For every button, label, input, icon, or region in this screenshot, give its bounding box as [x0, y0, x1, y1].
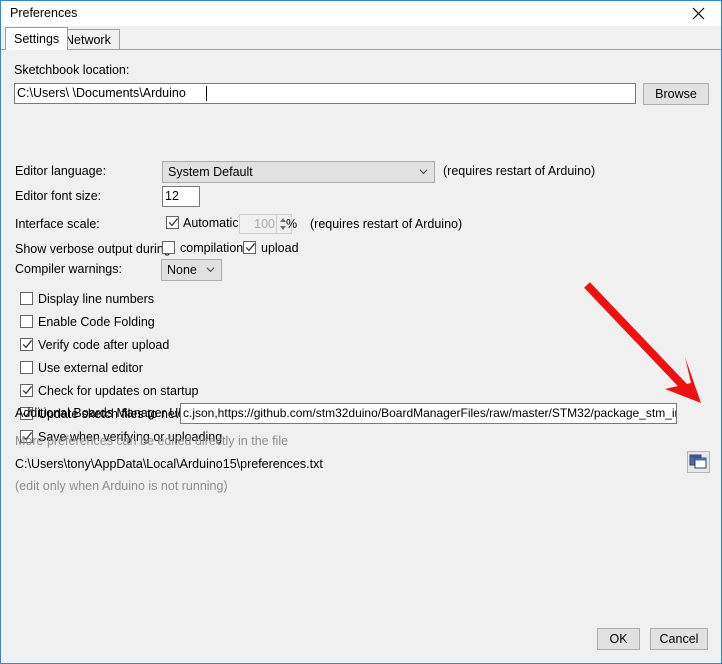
verbose-output-label: Show verbose output during: [15, 242, 175, 256]
compiler-warnings-value: None [167, 263, 197, 277]
verify-code-after-upload-label: Verify code after upload [38, 338, 170, 352]
sketchbook-location-label: Sketchbook location: [14, 63, 130, 77]
tab-settings[interactable]: Settings [5, 27, 69, 50]
open-windows-icon [689, 454, 707, 469]
chevron-down-icon [206, 267, 215, 273]
text-caret [206, 86, 207, 101]
interface-scale-automatic-label: Automatic [183, 216, 239, 230]
ok-button-label: OK [609, 632, 628, 646]
chevron-down-icon [419, 169, 428, 175]
enable-code-folding-checkbox[interactable] [20, 315, 33, 328]
editor-language-restart-note: (requires restart of Arduino) [443, 164, 596, 178]
verify-code-after-upload-checkbox[interactable] [20, 338, 33, 351]
browse-button[interactable]: Browse [643, 83, 709, 105]
editor-language-select[interactable]: System Default [162, 161, 435, 183]
enable-code-folding-label: Enable Code Folding [38, 315, 155, 329]
browse-button-label: Browse [655, 87, 697, 101]
use-external-editor-checkbox[interactable] [20, 361, 33, 374]
tab-settings-label: Settings [14, 32, 60, 46]
checkmark-icon [22, 339, 33, 349]
editor-font-size-label: Editor font size: [15, 189, 102, 203]
cancel-button[interactable]: Cancel [650, 628, 708, 650]
preferences-window: Preferences Settings Network Sketchbook … [0, 0, 722, 664]
check-for-updates-checkbox[interactable] [20, 384, 33, 397]
boards-manager-urls-label: Additional Boards Manager URLs: [15, 406, 204, 420]
close-button[interactable] [676, 1, 721, 26]
checkmark-icon [245, 242, 256, 252]
preferences-file-path: C:\Users\tony\AppData\Local\Arduino15\pr… [15, 457, 323, 471]
edit-only-note: (edit only when Arduino is not running) [15, 479, 228, 493]
verbose-upload-checkbox[interactable] [243, 241, 256, 254]
display-line-numbers-checkbox[interactable] [20, 292, 33, 305]
boards-manager-urls-input[interactable]: c.json,https://github.com/stm32duino/Boa… [180, 403, 677, 424]
editor-language-value: System Default [168, 165, 253, 179]
settings-panel: Sketchbook location: C:\Users\ \Document… [2, 50, 720, 663]
verbose-compilation-checkbox[interactable] [162, 241, 175, 254]
use-external-editor-label: Use external editor [38, 361, 143, 375]
close-icon [692, 7, 705, 20]
verbose-compilation-label: compilation [180, 241, 244, 255]
boards-manager-urls-expand-button[interactable] [687, 451, 710, 473]
verbose-upload-label: upload [261, 241, 299, 255]
check-for-updates-label: Check for updates on startup [38, 384, 199, 398]
interface-scale-value: 100 [254, 217, 275, 231]
checkmark-icon [22, 385, 33, 395]
sketchbook-location-input[interactable]: C:\Users\ \Documents\Arduino [14, 83, 636, 104]
interface-scale-percent-label: % [286, 217, 298, 231]
window-title: Preferences [10, 6, 78, 20]
editor-font-size-input[interactable]: 12 [162, 186, 200, 207]
compiler-warnings-label: Compiler warnings: [15, 262, 122, 276]
interface-scale-restart-note: (requires restart of Arduino) [310, 217, 463, 231]
title-bar: Preferences [1, 1, 721, 27]
compiler-warnings-select[interactable]: None [161, 259, 222, 281]
editor-language-label: Editor language: [15, 164, 107, 178]
display-line-numbers-label: Display line numbers [38, 292, 155, 306]
checkmark-icon [168, 217, 179, 227]
cancel-button-label: Cancel [659, 632, 699, 646]
interface-scale-stepper[interactable]: 100 [239, 214, 292, 234]
ok-button[interactable]: OK [597, 628, 640, 650]
interface-scale-automatic-checkbox[interactable] [166, 216, 179, 229]
interface-scale-label: Interface scale: [15, 217, 100, 231]
tab-network-label: Network [65, 33, 111, 47]
tab-strip: Settings Network [1, 26, 721, 50]
more-preferences-note: More preferences can be edited directly … [15, 434, 289, 448]
